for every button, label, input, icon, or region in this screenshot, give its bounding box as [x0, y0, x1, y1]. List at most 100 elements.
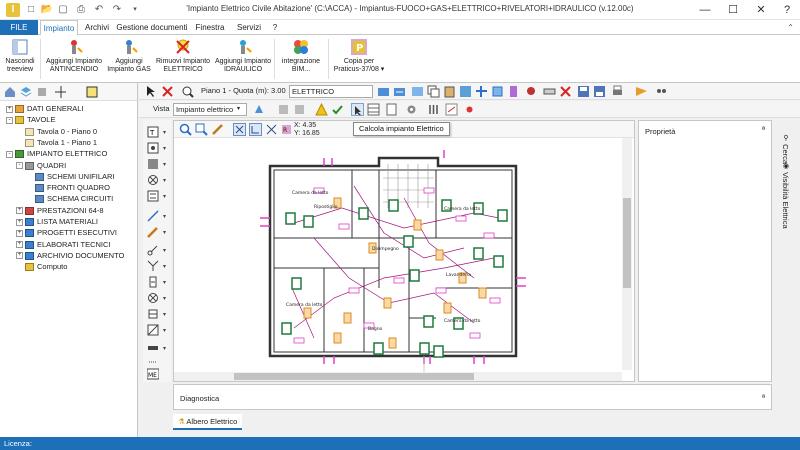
socket-component[interactable] — [303, 307, 312, 319]
box-tool-icon[interactable] — [147, 324, 159, 336]
chevron-down-icon[interactable]: ▾ — [163, 129, 166, 136]
expand-icon[interactable]: + — [6, 105, 13, 113]
tab-file[interactable]: FILE — [0, 20, 38, 35]
socket-tool-icon[interactable] — [147, 142, 159, 154]
cut-icon[interactable] — [559, 85, 572, 98]
chevron-down-icon[interactable]: ▾ — [163, 327, 166, 334]
new-icon[interactable]: □ — [24, 3, 38, 17]
grid-icon[interactable] — [459, 85, 472, 98]
layer-properties-icon[interactable] — [393, 85, 406, 98]
tree-item[interactable]: + ELABORATI TECNICI — [16, 239, 111, 250]
paste-icon[interactable] — [443, 85, 456, 98]
electrical-component[interactable] — [493, 255, 504, 268]
junction-tool-icon[interactable] — [147, 308, 159, 320]
pin-icon[interactable]: ª — [762, 125, 765, 134]
calculate-electric-system-icon[interactable] — [351, 103, 364, 116]
door-icon[interactable] — [507, 85, 520, 98]
junction-box[interactable] — [469, 332, 481, 339]
bim-integration-button[interactable]: integrazione BIM... — [278, 37, 324, 81]
junction-box[interactable] — [423, 187, 435, 194]
socket-component[interactable] — [333, 332, 342, 344]
columns-icon[interactable] — [427, 103, 440, 116]
save-icon[interactable] — [577, 85, 590, 98]
socket-component[interactable] — [478, 287, 487, 299]
copy-icon[interactable] — [427, 85, 440, 98]
palette-icon[interactable] — [635, 85, 648, 98]
table-icon[interactable] — [367, 103, 380, 116]
polar-icon[interactable] — [265, 123, 278, 136]
drawing-area[interactable]: R X: 4.35 Y: 16.85 Camera da letto Ripos… — [173, 120, 635, 382]
expand-icon[interactable]: + — [16, 207, 23, 215]
image-icon[interactable] — [411, 85, 424, 98]
light-tool-icon[interactable] — [147, 174, 159, 186]
view-select[interactable]: Impianto elettrico — [173, 103, 247, 116]
settings-icon[interactable] — [405, 103, 418, 116]
tree-item[interactable]: SCHEMI UNIFILARI — [26, 171, 115, 182]
panel-tool-icon[interactable] — [147, 158, 159, 170]
scrollbar-thumb[interactable] — [623, 198, 631, 288]
pipe-icon[interactable] — [525, 85, 538, 98]
zoom-all-icon[interactable] — [195, 123, 208, 136]
home-icon[interactable] — [4, 86, 16, 98]
tree-item[interactable]: + PROGETTI ESECUTIVI — [16, 227, 117, 238]
delete-icon[interactable] — [161, 85, 174, 98]
zoom-icon[interactable] — [179, 123, 192, 136]
redo-icon[interactable]: ↷ — [110, 3, 124, 17]
maximize-button[interactable]: ☐ — [720, 0, 746, 20]
junction-box[interactable] — [483, 232, 495, 239]
chevron-down-icon[interactable]: ▾ — [163, 279, 166, 286]
electrical-component[interactable] — [473, 247, 484, 260]
collapse-icon[interactable]: - — [6, 116, 13, 124]
undo-icon[interactable]: ↶ — [92, 3, 106, 17]
move-icon[interactable] — [54, 86, 66, 98]
expand-icon[interactable]: + — [16, 241, 23, 249]
socket-component[interactable] — [383, 297, 392, 309]
electrical-component[interactable] — [419, 342, 430, 355]
electrical-component[interactable] — [285, 212, 296, 225]
remove-electric-system-button[interactable]: Rimuovi Impianto ELETTRICO — [154, 37, 212, 81]
options-icon[interactable] — [655, 85, 668, 98]
junction-box[interactable] — [489, 297, 501, 304]
junction-box[interactable] — [393, 277, 405, 284]
socket-component[interactable] — [413, 219, 422, 231]
device-tool-icon[interactable] — [147, 190, 159, 202]
tree-item[interactable]: + LISTA MATERIALI — [16, 216, 98, 227]
electrical-component[interactable] — [423, 315, 434, 328]
electrical-component[interactable] — [358, 207, 369, 220]
socket-component[interactable] — [435, 249, 444, 261]
pan-icon[interactable] — [211, 123, 224, 136]
expand-icon[interactable]: + — [16, 218, 23, 226]
chevron-down-icon[interactable]: ▾ — [163, 193, 166, 200]
chevron-down-icon[interactable]: ▾ — [163, 311, 166, 318]
tab-electric-tree[interactable]: ⚗ Albero Elettrico — [173, 414, 243, 430]
tree-item[interactable]: FRONTI QUADRO — [26, 182, 110, 193]
pencil-tool-icon[interactable] — [147, 226, 159, 238]
add-hydraulic-system-button[interactable]: Aggiungi Impianto IDRAULICO — [214, 37, 272, 81]
side-tab-search[interactable]: ⚲ Cerca — [781, 134, 790, 164]
save-as-icon[interactable] — [593, 85, 606, 98]
electrical-component[interactable] — [433, 345, 444, 358]
view-settings-icon[interactable] — [253, 103, 266, 116]
junction-box[interactable] — [455, 215, 467, 222]
chevron-down-icon[interactable]: ▾ — [163, 161, 166, 168]
report-icon[interactable] — [385, 103, 398, 116]
electrical-component[interactable] — [281, 322, 292, 335]
add-fire-system-button[interactable]: Aggiungi Impianto ANTINCENDIO — [44, 37, 104, 81]
text-tool-icon[interactable]: T — [147, 126, 159, 138]
antenna-tool-icon[interactable] — [147, 260, 159, 272]
pin-icon[interactable]: ª — [762, 393, 765, 402]
electrical-component[interactable] — [409, 269, 420, 282]
tab-archivi[interactable]: Archivi — [82, 20, 112, 35]
junction-box[interactable] — [293, 337, 305, 344]
tab-impianto[interactable]: Impianto — [40, 20, 78, 35]
chevron-down-icon[interactable]: ▾ — [163, 345, 166, 352]
layer-manager-icon[interactable] — [377, 85, 390, 98]
abc-text-icon[interactable] — [445, 103, 458, 116]
select-arrow-icon[interactable] — [145, 85, 158, 98]
tree-item[interactable]: + PRESTAZIONI 64-8 — [16, 205, 104, 216]
hide-treeview-button[interactable]: Nascondi treeview — [2, 37, 38, 81]
tree-item[interactable]: Tavola 1 - Piano 1 — [16, 137, 97, 148]
electrical-component[interactable] — [291, 277, 302, 290]
add-gas-system-button[interactable]: Aggiungi Impianto GAS — [106, 37, 152, 81]
line-tool-icon[interactable] — [147, 210, 159, 222]
